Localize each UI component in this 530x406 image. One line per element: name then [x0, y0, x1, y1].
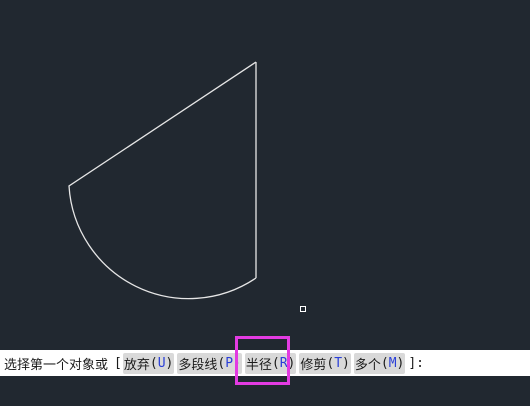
option-label: 多个	[354, 357, 381, 373]
option-label: 多段线	[178, 357, 218, 373]
paren-close: )	[342, 355, 350, 371]
option-key: M	[388, 355, 397, 371]
open-bracket: [	[114, 355, 122, 371]
option-key: T	[334, 355, 343, 371]
paren-open: (	[380, 355, 389, 371]
option-trim[interactable]: 修剪(T)	[299, 352, 351, 374]
sector-outline[interactable]	[68, 61, 257, 300]
command-line[interactable]: 选择第一个对象或 [ 放弃(U) 多段线(P) 半径(R) 修剪(T) 多个(M…	[0, 350, 530, 376]
paren-close: )	[233, 355, 241, 371]
option-label: 放弃	[123, 357, 150, 373]
drawing-svg	[68, 61, 306, 312]
option-label: 修剪	[300, 357, 327, 373]
pickbox-cursor	[300, 306, 306, 312]
option-radius[interactable]: 半径(R)	[244, 352, 297, 374]
paren-open: (	[217, 355, 226, 371]
paren-open: (	[271, 355, 280, 371]
paren-close: )	[396, 355, 405, 371]
drawing-canvas[interactable]	[0, 0, 530, 350]
option-key: P	[225, 355, 234, 371]
paren-close: )	[165, 355, 174, 371]
paren-open: (	[326, 355, 335, 371]
paren-close: )	[287, 355, 296, 371]
close-bracket: ]:	[408, 355, 424, 371]
option-key: R	[279, 355, 288, 371]
paren-open: (	[149, 355, 158, 371]
option-multiple[interactable]: 多个(M)	[353, 352, 406, 374]
option-polyline[interactable]: 多段线(P)	[177, 352, 242, 374]
command-prompt: 选择第一个对象或	[4, 357, 109, 373]
option-label: 半径	[245, 357, 272, 373]
option-undo[interactable]: 放弃(U)	[122, 352, 175, 374]
option-key: U	[157, 355, 166, 371]
command-history-area	[0, 376, 530, 406]
